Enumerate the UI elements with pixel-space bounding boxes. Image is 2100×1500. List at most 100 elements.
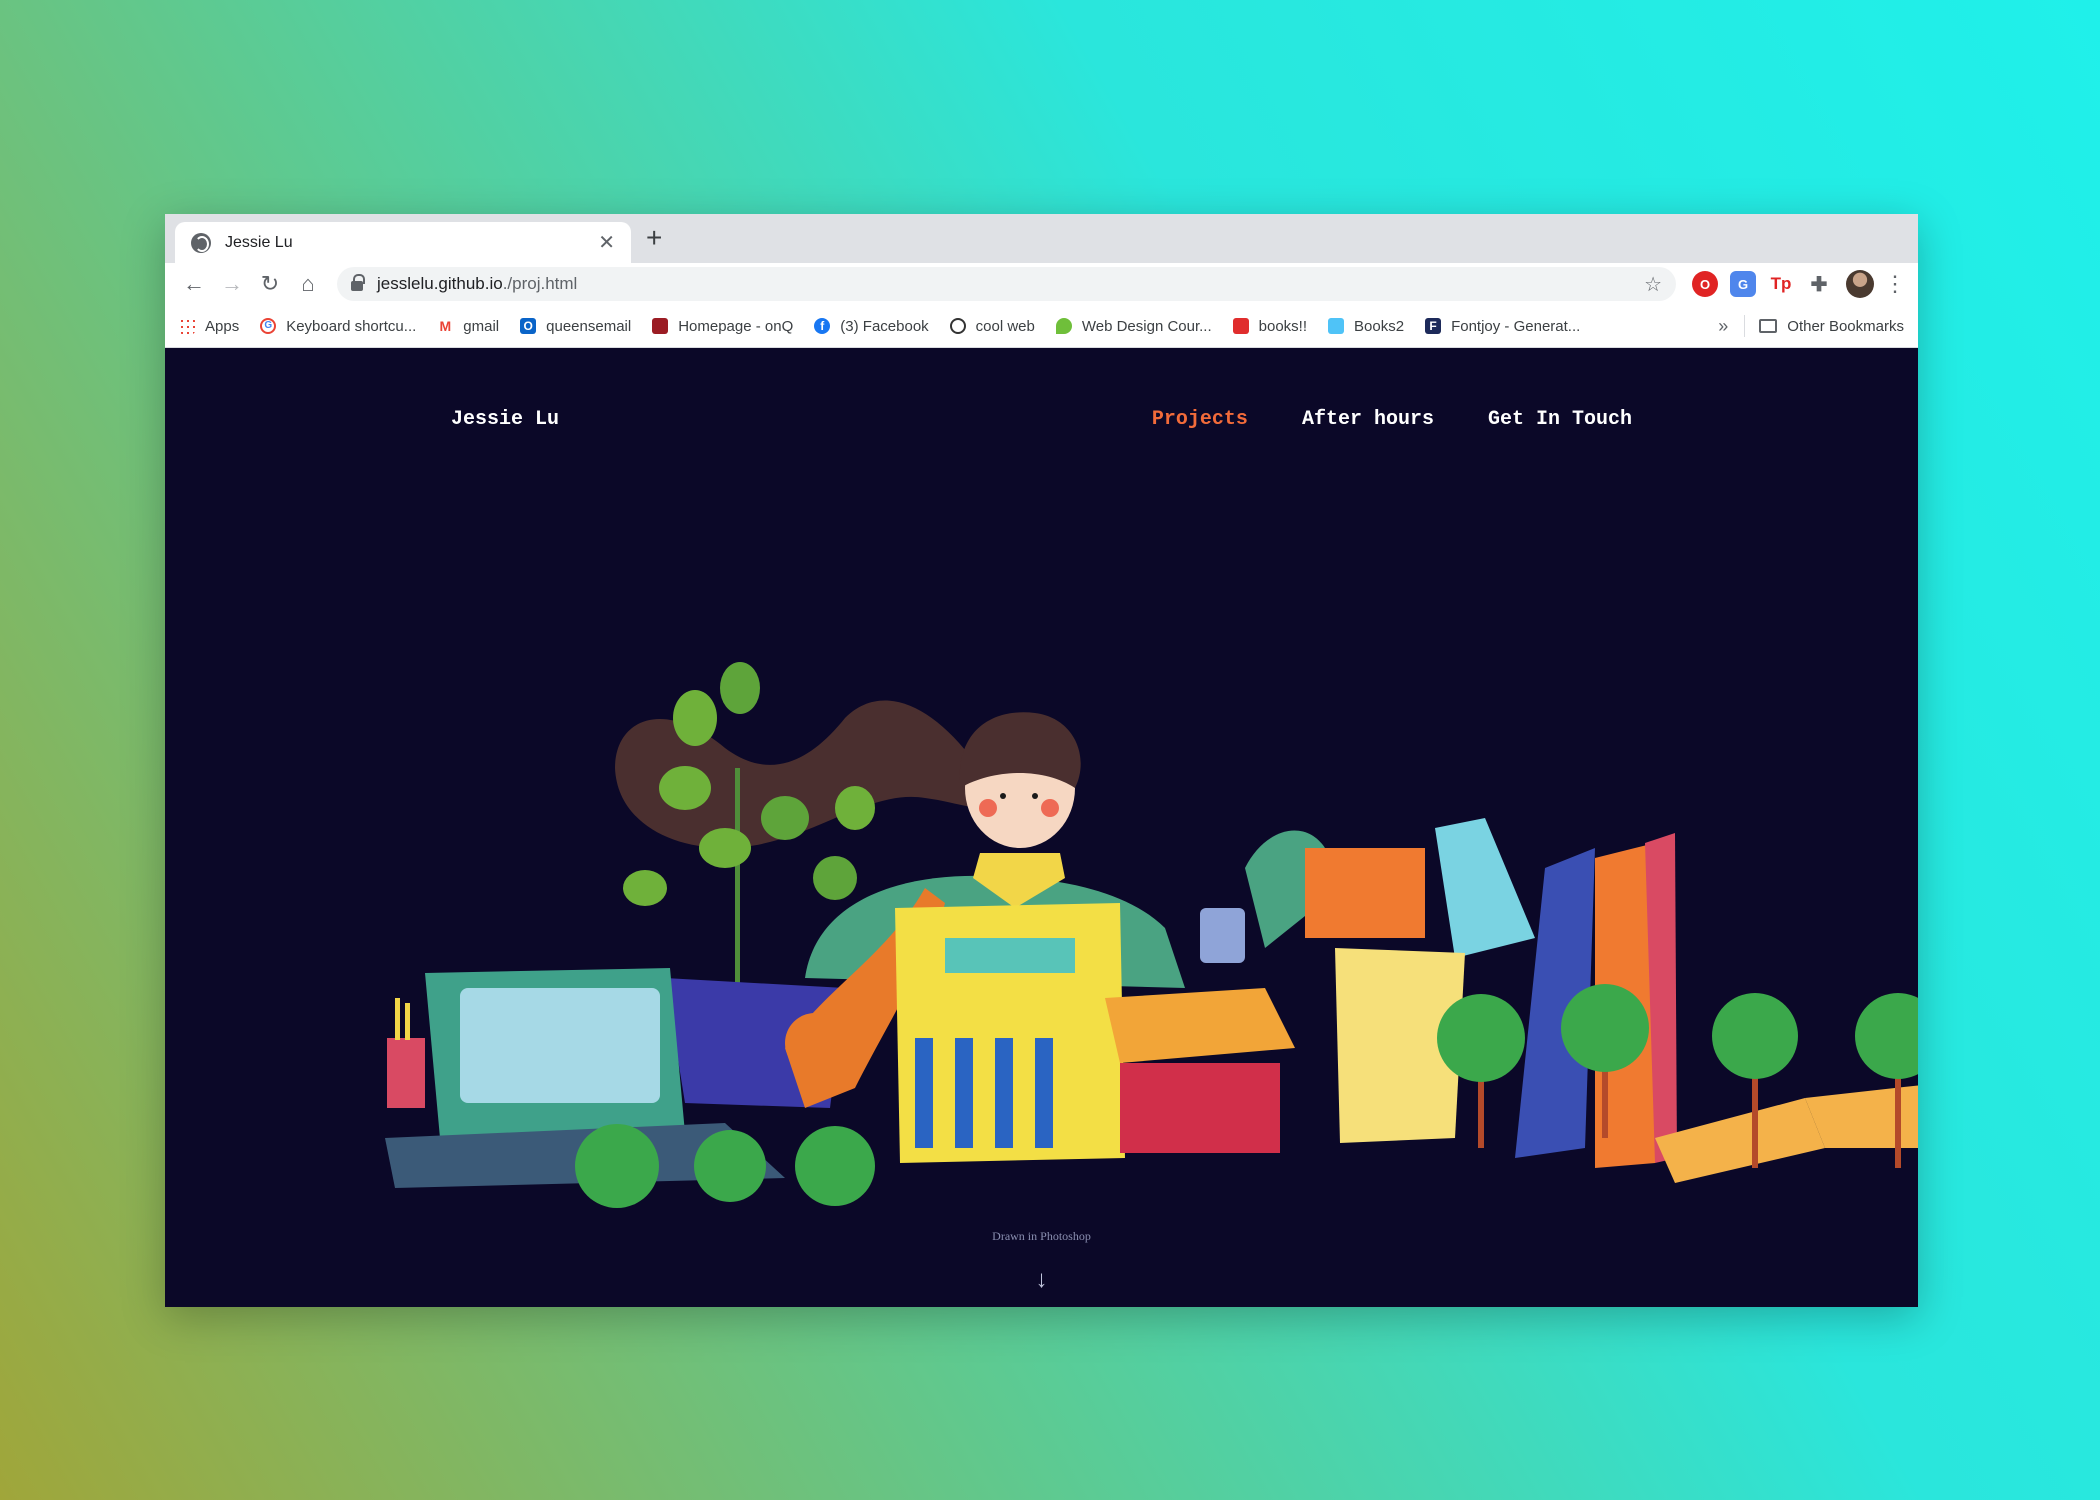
building-column bbox=[1035, 1038, 1053, 1148]
other-bookmarks[interactable]: Other Bookmarks bbox=[1759, 318, 1904, 335]
bookmark-homepage-onq[interactable]: Homepage - onQ bbox=[652, 318, 793, 335]
vase bbox=[1435, 818, 1535, 958]
facebook-icon: f bbox=[814, 318, 831, 334]
bookmark-label: cool web bbox=[975, 317, 1035, 335]
bookmark-label: books!! bbox=[1258, 317, 1308, 335]
cheek-right bbox=[1041, 799, 1059, 817]
bookmark-books[interactable]: books!! bbox=[1232, 317, 1308, 335]
tab-strip: Jessie Lu ✕ + bbox=[165, 214, 1918, 263]
tree bbox=[1437, 994, 1525, 1082]
bush bbox=[575, 1124, 659, 1208]
leaf bbox=[761, 796, 809, 840]
bookmark-label: Web Design Cour... bbox=[1081, 317, 1212, 335]
bookmarks-bar: Apps G Keyboard shortcu... Mgmail Oqueens… bbox=[165, 305, 1918, 348]
bookmark-gmail[interactable]: Mgmail bbox=[437, 318, 499, 335]
globe-icon bbox=[191, 232, 211, 253]
forward-button[interactable]: → bbox=[213, 267, 251, 301]
tp-extension-icon[interactable]: Tp bbox=[1768, 271, 1794, 297]
leaf bbox=[813, 856, 857, 900]
bookmark-label: Keyboard shortcu... bbox=[286, 317, 417, 335]
books2-icon bbox=[1328, 318, 1345, 334]
new-tab-button[interactable]: + bbox=[646, 224, 662, 252]
bookmark-label: (3) Facebook bbox=[840, 317, 929, 335]
nav-get-in-touch[interactable]: Get In Touch bbox=[1488, 408, 1632, 431]
building-column bbox=[915, 1038, 933, 1148]
bookmark-fontjoy[interactable]: F Fontjoy - Generat... bbox=[1425, 318, 1580, 335]
pencil-cup bbox=[387, 1038, 425, 1108]
leaf bbox=[720, 662, 760, 714]
web-design-icon bbox=[1055, 318, 1072, 334]
site-logo[interactable]: Jessie Lu bbox=[451, 408, 559, 431]
eye-left bbox=[1000, 793, 1006, 799]
bookmark-label: Apps bbox=[205, 317, 240, 335]
home-button[interactable]: ⌂ bbox=[289, 267, 327, 301]
open-book bbox=[1655, 1098, 1825, 1183]
nav-after-hours[interactable]: After hours bbox=[1302, 408, 1434, 431]
laptop-display bbox=[460, 988, 660, 1103]
bookmark-label: gmail bbox=[463, 317, 500, 335]
browser-window: Jessie Lu ✕ + ← → ↻ ⌂ jesslelu.github.io… bbox=[165, 214, 1918, 1307]
url-host: jesslelu.github.io bbox=[377, 274, 503, 293]
bookmarks-overflow-button[interactable]: » bbox=[1718, 316, 1728, 337]
outlook-icon: O bbox=[520, 318, 537, 334]
address-bar[interactable]: jesslelu.github.io ./proj.html ☆ bbox=[337, 267, 1676, 301]
house bbox=[1105, 988, 1295, 1063]
bush bbox=[795, 1126, 875, 1206]
pencil bbox=[395, 998, 400, 1040]
bookmark-facebook[interactable]: f (3) Facebook bbox=[814, 317, 929, 335]
mug bbox=[1200, 908, 1245, 963]
reload-button[interactable]: ↻ bbox=[251, 267, 289, 301]
bookmark-books2[interactable]: Books2 bbox=[1328, 318, 1404, 335]
close-tab-icon[interactable]: ✕ bbox=[598, 230, 615, 255]
cheek-left bbox=[979, 799, 997, 817]
lock-icon bbox=[351, 274, 365, 291]
pencil bbox=[405, 1003, 410, 1040]
back-button[interactable]: ← bbox=[175, 267, 213, 301]
menu-dots-icon[interactable]: ⋮ bbox=[1882, 271, 1908, 297]
translate-extension-icon[interactable]: G bbox=[1730, 271, 1756, 297]
bookmark-label: Books2 bbox=[1354, 317, 1405, 335]
bush bbox=[694, 1130, 766, 1202]
site-nav: Projects After hours Get In Touch bbox=[1152, 408, 1632, 431]
queens-crest-icon bbox=[652, 318, 669, 334]
apps-icon bbox=[179, 318, 195, 334]
leaf bbox=[673, 690, 717, 746]
leaf bbox=[623, 870, 667, 906]
bookmark-queensemail[interactable]: Oqueensemail bbox=[520, 318, 631, 335]
leaf bbox=[699, 828, 751, 868]
scroll-down-icon[interactable]: ↓ bbox=[165, 1266, 1918, 1294]
open-book-right bbox=[1805, 1085, 1918, 1148]
bookmark-label: Fontjoy - Generat... bbox=[1451, 317, 1581, 335]
opera-extension-icon[interactable]: O bbox=[1692, 271, 1718, 297]
cat-head bbox=[785, 1013, 845, 1073]
bookmark-cool-web[interactable]: cool web bbox=[949, 317, 1035, 335]
building-window bbox=[945, 938, 1075, 973]
house-base bbox=[1120, 1063, 1280, 1153]
bookmark-apps[interactable]: Apps bbox=[179, 318, 239, 335]
gmail-icon: M bbox=[437, 318, 454, 334]
nav-projects[interactable]: Projects bbox=[1152, 408, 1248, 431]
browser-toolbar: ← → ↻ ⌂ jesslelu.github.io ./proj.html ☆ … bbox=[165, 263, 1918, 305]
eye-right bbox=[1032, 793, 1038, 799]
bookmark-star-icon[interactable]: ☆ bbox=[1644, 272, 1662, 297]
books-icon bbox=[1232, 318, 1249, 334]
google-icon: G bbox=[260, 318, 277, 334]
folder-icon bbox=[1759, 319, 1778, 333]
leaf bbox=[835, 786, 875, 830]
bookmark-label: Homepage - onQ bbox=[678, 317, 794, 335]
tree bbox=[1561, 984, 1649, 1072]
url-path: ./proj.html bbox=[502, 274, 578, 293]
fontjoy-icon: F bbox=[1425, 318, 1442, 334]
tree bbox=[1855, 993, 1918, 1079]
tab-title: Jessie Lu bbox=[225, 233, 293, 251]
tree bbox=[1712, 993, 1798, 1079]
building-column bbox=[995, 1038, 1013, 1148]
profile-avatar[interactable] bbox=[1846, 270, 1874, 298]
extensions-puzzle-icon[interactable]: ✚ bbox=[1806, 271, 1832, 297]
bookmark-web-design[interactable]: Web Design Cour... bbox=[1055, 317, 1212, 335]
bookmark-label: queensemail bbox=[546, 317, 632, 335]
bookmark-keyboard-shortcuts[interactable]: G Keyboard shortcu... bbox=[260, 318, 416, 335]
leaf bbox=[659, 766, 711, 810]
bookmarks-divider bbox=[1744, 315, 1746, 337]
browser-tab[interactable]: Jessie Lu ✕ bbox=[175, 222, 631, 263]
